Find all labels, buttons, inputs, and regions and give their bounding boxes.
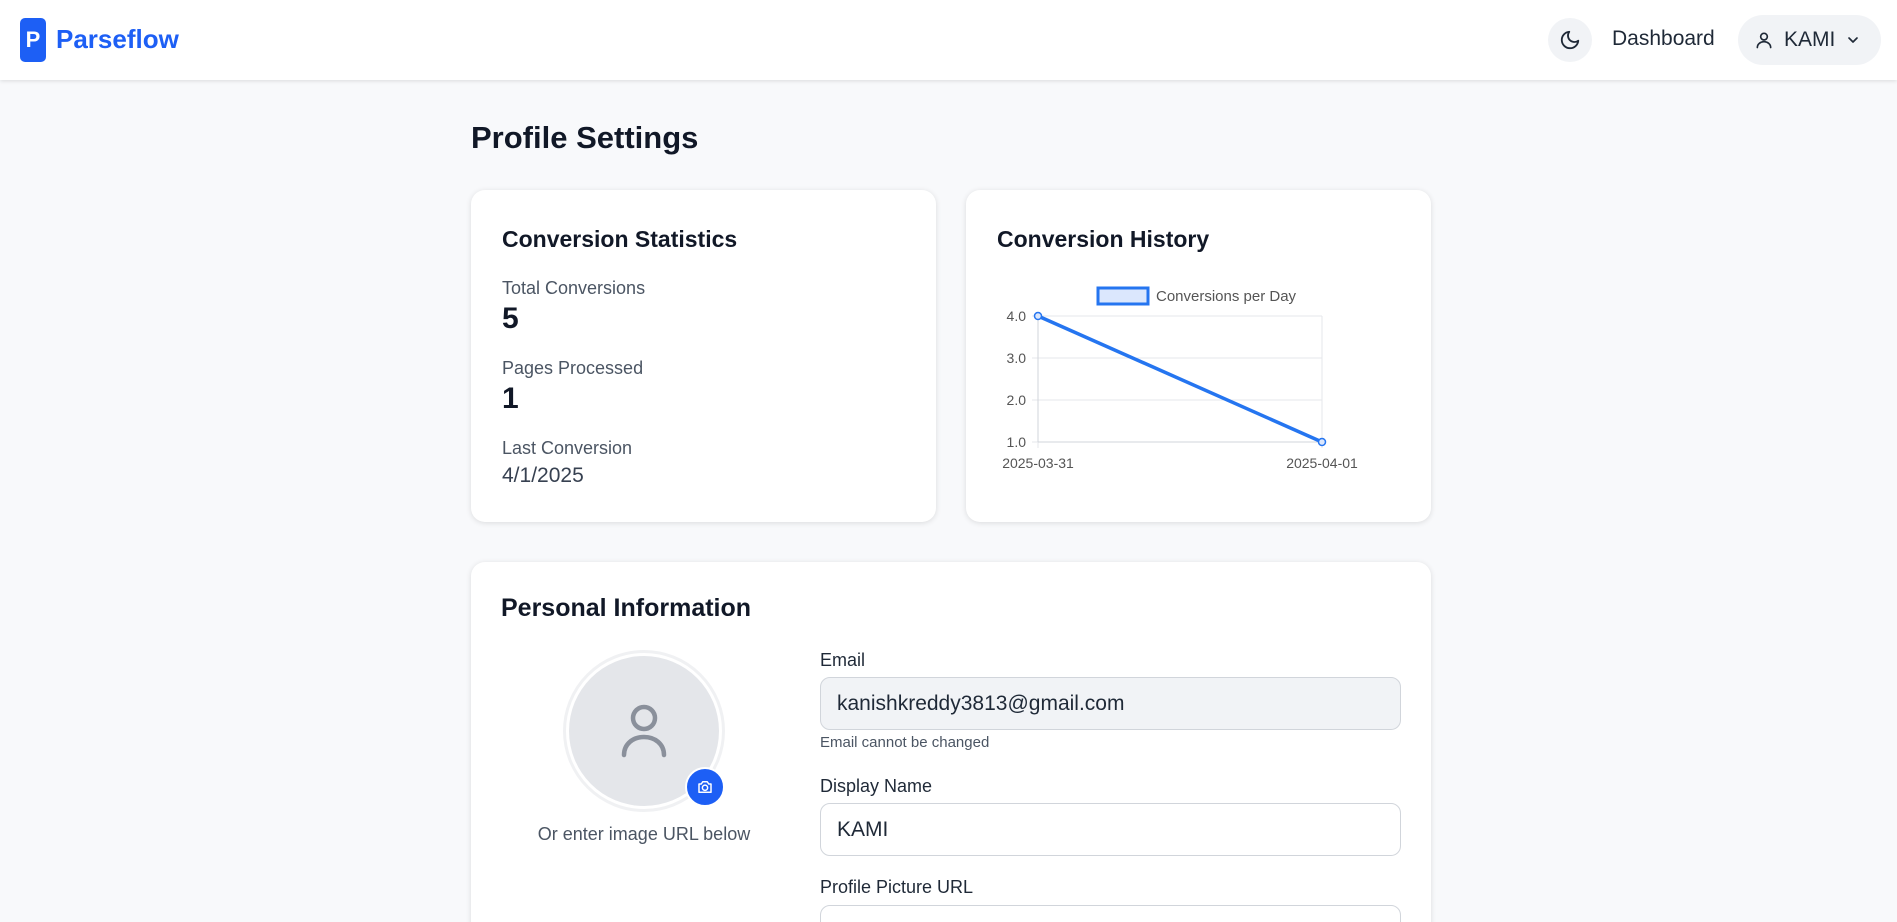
email-hint: Email cannot be changed — [820, 734, 990, 751]
camera-icon — [698, 781, 712, 793]
display-name-label: Display Name — [820, 776, 933, 796]
conversion-history-card: Conversion History 4.0 3.0 2.0 1.0 2025-03-3… — [966, 190, 1431, 522]
user-placeholder-icon — [621, 704, 667, 758]
user-name: KAMI — [1784, 28, 1836, 51]
y-tick-label: 3.0 — [1007, 350, 1027, 366]
logo-letter: P — [25, 27, 41, 52]
page-title: Profile Settings — [471, 120, 699, 155]
last-conversion-value: 4/1/2025 — [502, 464, 584, 487]
email-label: Email — [820, 650, 866, 670]
personal-information-card: Personal Information Or enter image URL … — [471, 562, 1431, 922]
x-tick-label: 2025-04-01 — [1286, 455, 1358, 471]
conversion-statistics-card: Conversion Statistics Total Conversions … — [471, 190, 936, 522]
user-icon — [1756, 32, 1772, 49]
last-conversion-label: Last Conversion — [502, 438, 633, 458]
email-field[interactable] — [820, 677, 1401, 730]
pages-processed-value: 1 — [502, 382, 519, 415]
y-tick-label: 1.0 — [1007, 434, 1027, 450]
avatar-hint: Or enter image URL below — [537, 824, 751, 844]
profile-picture-url-field[interactable] — [820, 905, 1401, 922]
y-tick-label: 4.0 — [1007, 308, 1027, 324]
profile-picture-url-label: Profile Picture URL — [820, 877, 974, 897]
total-conversions-value: 5 — [502, 302, 519, 335]
user-menu-button[interactable]: KAMI — [1738, 15, 1881, 65]
top-navbar: P Parseflow Dashboard KAMI — [0, 0, 1897, 80]
legend-swatch — [1096, 286, 1150, 306]
logo-icon[interactable]: P — [20, 18, 46, 62]
y-tick-label: 2.0 — [1007, 392, 1027, 408]
legend-label: Conversions per Day — [1156, 288, 1297, 305]
data-point — [1317, 437, 1327, 447]
total-conversions-label: Total Conversions — [502, 278, 646, 298]
series-line — [1037, 314, 1323, 444]
conversion-history-chart: 4.0 3.0 2.0 1.0 2025-03-31 2025-04-01 Convers… — [1002, 286, 1358, 471]
pages-processed-label: Pages Processed — [502, 358, 644, 378]
upload-photo-button[interactable] — [685, 767, 725, 807]
theme-toggle-button[interactable] — [1548, 18, 1592, 62]
app-name[interactable]: Parseflow — [56, 24, 179, 55]
dashboard-link[interactable]: Dashboard — [1612, 27, 1715, 51]
display-name-field[interactable] — [820, 803, 1401, 856]
data-point — [1033, 311, 1043, 321]
x-tick-label: 2025-03-31 — [1002, 455, 1074, 471]
moon-icon — [1560, 30, 1580, 50]
personal-card-title: Personal Information — [501, 594, 752, 622]
stats-card-title: Conversion Statistics — [502, 226, 738, 252]
chevron-down-icon — [1848, 37, 1859, 43]
